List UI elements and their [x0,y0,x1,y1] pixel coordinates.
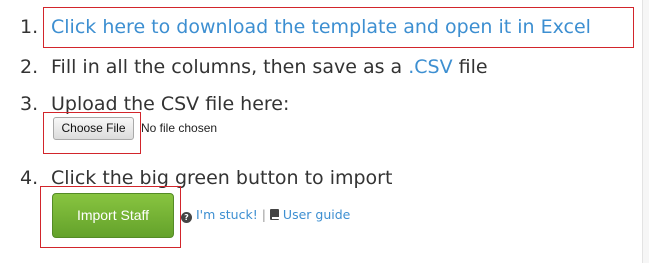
book-icon [269,209,279,220]
step-2-text-before: Fill in all the columns, then save as a [51,56,403,78]
step-2-text-after: file [458,56,488,78]
highlight-download-link [43,7,634,48]
highlight-import-button [40,186,181,248]
highlight-choose-file [43,112,141,154]
user-guide-link[interactable]: User guide [283,207,350,222]
im-stuck-link[interactable]: I'm stuck! [196,207,258,222]
file-status-text: No file chosen [141,121,218,135]
csv-info-link[interactable]: .CSV [408,56,452,78]
link-separator: | [261,207,266,222]
help-links: ? I'm stuck! | User guide [181,207,350,223]
step-2-number: 2. [20,56,39,78]
import-panel: 1. Click here to download the template an… [0,0,643,263]
step-2: 2. Fill in all the columns, then save as … [20,55,488,79]
question-circle-icon: ? [181,212,192,223]
